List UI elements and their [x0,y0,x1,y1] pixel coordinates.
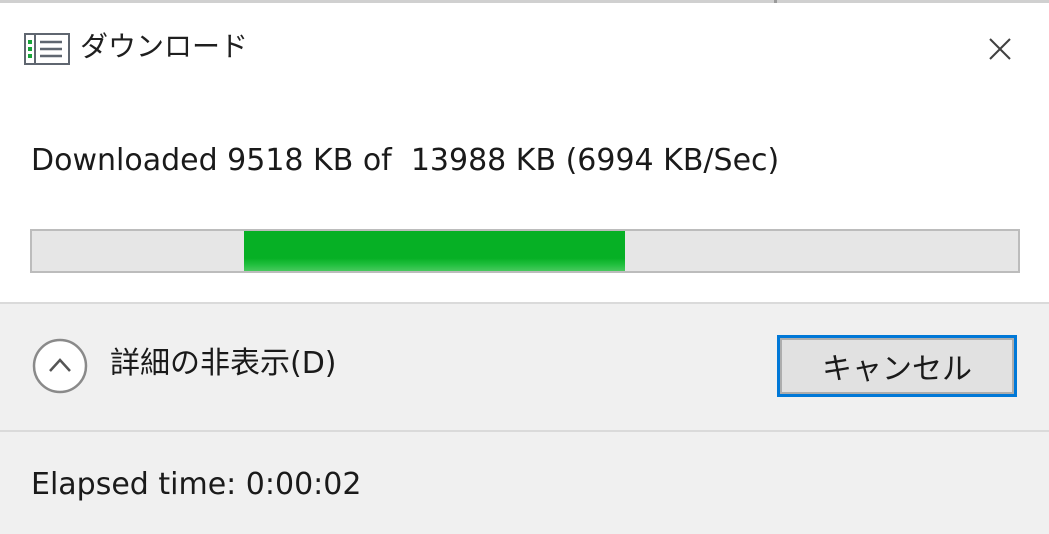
title-bar: ダウンロード [0,3,1049,91]
window-title: ダウンロード [80,30,249,63]
toggle-details-button[interactable] [30,336,90,396]
progress-fill [243,231,625,271]
elapsed-time-text: Elapsed time: 0:00:02 [31,467,362,502]
cancel-button[interactable]: キャンセル [777,335,1017,397]
close-button[interactable] [976,25,1024,73]
download-list-icon [24,33,70,65]
chevron-up-icon [30,338,90,400]
download-status-text: Downloaded 9518 KB of 13988 KB (6994 KB/… [31,143,780,178]
toggle-details-label[interactable]: 詳細の非表示(D) [110,342,337,386]
download-progress-bar [30,229,1020,273]
close-icon [976,38,1024,77]
